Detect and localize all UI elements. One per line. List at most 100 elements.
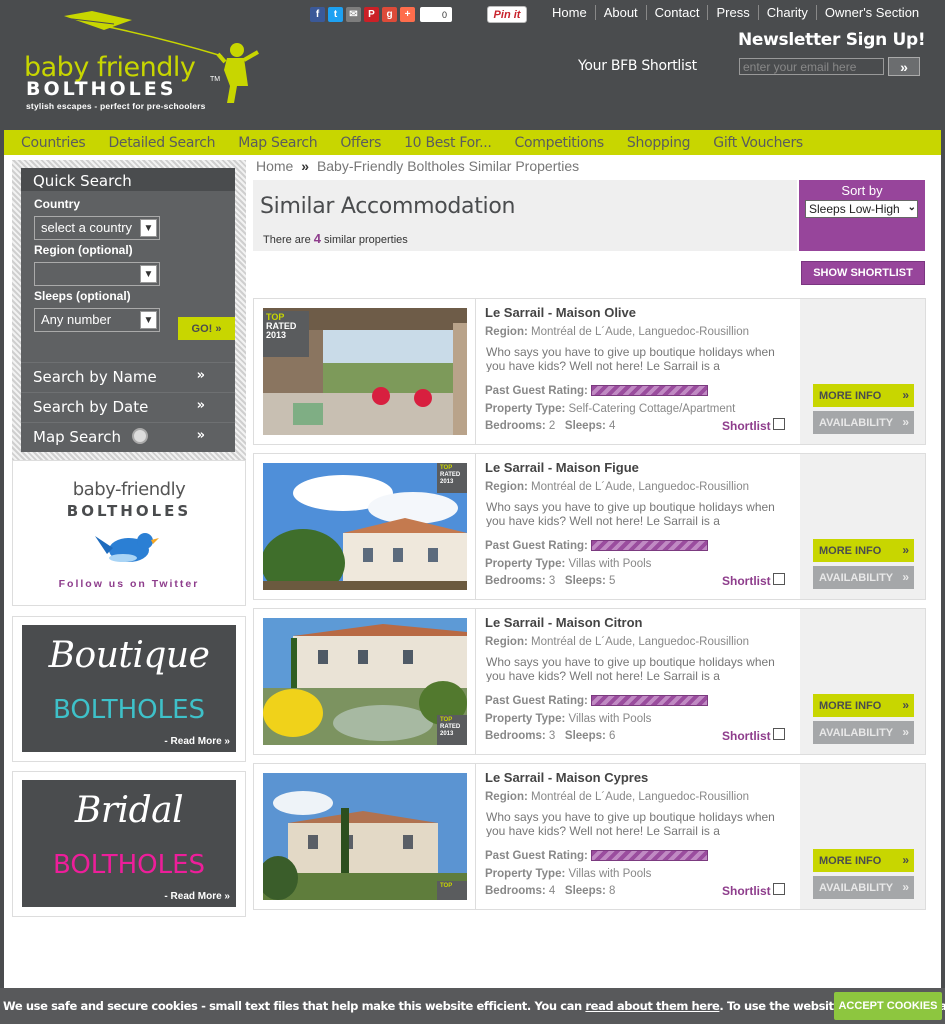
shortlist-checkbox[interactable] [773, 883, 785, 895]
cookie-banner: We use safe and secure cookies - small t… [0, 988, 945, 1024]
show-shortlist-button[interactable]: SHOW SHORTLIST [801, 261, 925, 285]
badge-line3: 2013 [266, 330, 287, 340]
nav-gift-vouchers[interactable]: Gift Vouchers [713, 135, 803, 151]
search-by-name-link[interactable]: Search by Name » [21, 362, 235, 392]
property-title[interactable]: Le Sarrail - Maison Figue [485, 460, 639, 475]
google-plus-icon[interactable]: g [382, 7, 397, 22]
chevron-right-icon: » [902, 388, 909, 402]
quick-search-title: Quick Search [21, 168, 235, 191]
bridal-read-more[interactable]: - Read More » [164, 891, 230, 902]
addthis-plus-icon[interactable]: + [400, 7, 415, 22]
nav-detailed-search[interactable]: Detailed Search [108, 135, 215, 151]
top-nav-home[interactable]: Home [552, 5, 596, 20]
twitter-promo[interactable]: baby-friendly BOLTHOLES Follow us on Twi… [12, 460, 246, 606]
bedrooms-value: 3 [548, 730, 556, 742]
chevron-down-icon: ▼ [140, 265, 157, 283]
nav-countries[interactable]: Countries [21, 135, 86, 151]
region-value: Montréal de L´Aude, Languedoc-Rousillion [531, 636, 750, 648]
more-info-button[interactable]: MORE INFO » [813, 384, 914, 407]
property-photo[interactable]: TOP RATED 2013 [263, 308, 467, 435]
badge-line3: 2013 [440, 731, 454, 737]
country-select[interactable]: select a country ▼ [34, 216, 160, 240]
pin-it-button[interactable]: Pin it [487, 6, 527, 23]
region-select[interactable]: ▼ [34, 262, 160, 286]
results-header: Similar Accommodation There are 4 simila… [253, 180, 797, 251]
nav-offers[interactable]: Offers [340, 135, 381, 151]
availability-button[interactable]: AVAILABILITY » [813, 721, 914, 744]
region-label: Region: [485, 636, 528, 648]
bedrooms-label: Bedrooms: [485, 885, 546, 897]
bedrooms-value: 3 [548, 575, 556, 587]
shortlist-link[interactable]: Your BFB Shortlist [578, 58, 697, 74]
shortlist-label: Shortlist [722, 884, 771, 898]
shortlist-checkbox[interactable] [773, 418, 785, 430]
breadcrumb-home[interactable]: Home [256, 158, 293, 174]
region-value: Montréal de L´Aude, Languedoc-Rousillion [531, 326, 750, 338]
divider [475, 764, 476, 909]
nav-competitions[interactable]: Competitions [515, 135, 605, 151]
availability-button[interactable]: AVAILABILITY » [813, 411, 914, 434]
nav-10-best-for[interactable]: 10 Best For... [404, 135, 492, 151]
property-actions: MORE INFO » AVAILABILITY » [800, 764, 925, 909]
map-search-label: Map Search [33, 428, 121, 446]
chevron-right-icon: » [902, 698, 909, 712]
badge-line1: TOP [440, 883, 453, 889]
top-nav-about[interactable]: About [596, 5, 647, 20]
top-nav-press[interactable]: Press [708, 5, 759, 20]
results-count-suffix: similar properties [320, 234, 408, 246]
property-capacity: Bedrooms: 4 Sleeps: 8 [485, 885, 615, 897]
badge-line1: TOP [440, 465, 453, 471]
bedrooms-value: 4 [548, 885, 556, 897]
shortlist-checkbox[interactable] [773, 573, 785, 585]
top-nav-owners-section[interactable]: Owner's Section [817, 5, 919, 20]
property-photo[interactable]: TOP [263, 773, 467, 900]
boutique-boltholes-promo[interactable]: Boutique BOLTHOLES - Read More » [12, 616, 246, 762]
breadcrumb-separator: » [301, 158, 310, 174]
nav-map-search[interactable]: Map Search [238, 135, 317, 151]
social-share-bar: f t ✉ P g + 0 [310, 7, 452, 22]
search-by-date-link[interactable]: Search by Date » [21, 392, 235, 422]
accept-cookies-button[interactable]: ACCEPT COOKIES [834, 992, 942, 1020]
nav-shopping[interactable]: Shopping [627, 135, 691, 151]
availability-button[interactable]: AVAILABILITY » [813, 566, 914, 589]
sleeps-value: 6 [609, 730, 616, 742]
property-title[interactable]: Le Sarrail - Maison Cypres [485, 770, 648, 785]
quick-search-go-button[interactable]: GO! » [178, 317, 235, 340]
pinterest-icon[interactable]: P [364, 7, 379, 22]
sleeps-select[interactable]: Any number ▼ [34, 308, 160, 332]
share-count: 0 [420, 7, 452, 22]
availability-button[interactable]: AVAILABILITY » [813, 876, 914, 899]
region-label: Region: [485, 481, 528, 493]
top-nav-charity[interactable]: Charity [759, 5, 817, 20]
more-info-button[interactable]: MORE INFO » [813, 849, 914, 872]
newsletter-email-input[interactable]: enter your email here [739, 58, 884, 75]
more-info-label: MORE INFO [819, 544, 882, 557]
email-icon[interactable]: ✉ [346, 7, 361, 22]
property-photo[interactable]: TOP RATED 2013 [263, 463, 467, 590]
cookie-read-more-link[interactable]: read about them here [585, 999, 719, 1013]
more-info-label: MORE INFO [819, 699, 882, 712]
bridal-boltholes-promo[interactable]: Bridal BOLTHOLES - Read More » [12, 771, 246, 917]
twitter-promo-line3: Follow us on Twitter [58, 578, 200, 590]
more-info-button[interactable]: MORE INFO » [813, 694, 914, 717]
sleeps-label: Sleeps: [564, 575, 606, 587]
property-title[interactable]: Le Sarrail - Maison Olive [485, 305, 636, 320]
property-type: Property Type: Villas with Pools [485, 868, 651, 880]
more-info-label: MORE INFO [819, 854, 882, 867]
shortlist-checkbox[interactable] [773, 728, 785, 740]
twitter-icon[interactable]: t [328, 7, 343, 22]
more-info-button[interactable]: MORE INFO » [813, 539, 914, 562]
property-description: Who says you have to give up boutique ho… [486, 810, 775, 837]
sort-select[interactable]: Sleeps Low-High ⌄ [805, 200, 918, 218]
boutique-read-more[interactable]: - Read More » [164, 736, 230, 747]
newsletter-submit-button[interactable]: » [888, 57, 920, 76]
guest-rating-bar [591, 695, 708, 706]
property-title[interactable]: Le Sarrail - Maison Citron [485, 615, 642, 630]
logo-trademark: TM [210, 76, 221, 83]
facebook-icon[interactable]: f [310, 7, 325, 22]
chevron-right-icon: » [902, 880, 909, 894]
map-search-link[interactable]: Map Search » [21, 422, 235, 452]
property-photo[interactable]: TOP RATED 2013 [263, 618, 467, 745]
top-nav-contact[interactable]: Contact [647, 5, 709, 20]
chevron-right-icon: » [902, 853, 909, 867]
